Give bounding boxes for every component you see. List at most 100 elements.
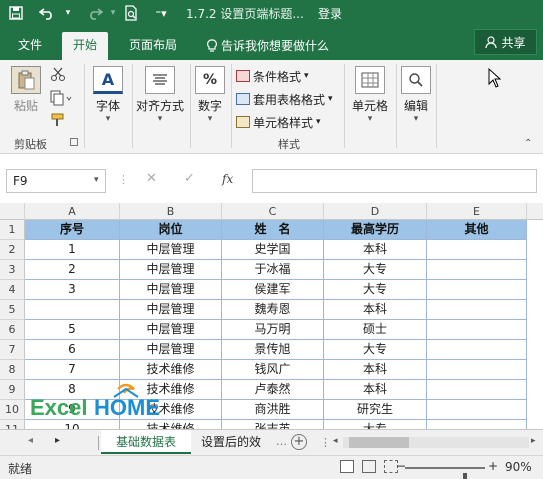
table-cell[interactable] bbox=[25, 300, 120, 320]
table-header-cell[interactable]: 姓 名 bbox=[222, 220, 324, 240]
share-button[interactable]: 共享 bbox=[474, 29, 537, 55]
scroll-left-icon[interactable]: ◂ bbox=[333, 436, 338, 446]
column-header-a[interactable]: A bbox=[25, 203, 120, 220]
table-cell[interactable]: 6 bbox=[25, 340, 120, 360]
table-cell[interactable]: 商洪胜 bbox=[222, 400, 324, 420]
table-cell[interactable]: 大专 bbox=[324, 280, 427, 300]
redo-dropdown-icon[interactable]: ▾ bbox=[108, 0, 118, 26]
copy-icon[interactable] bbox=[50, 90, 76, 108]
undo-dropdown-icon[interactable]: ▾ bbox=[62, 0, 74, 26]
table-cell[interactable]: 本科 bbox=[324, 300, 427, 320]
table-header-cell[interactable]: 岗位 bbox=[120, 220, 222, 240]
table-cell[interactable] bbox=[427, 300, 527, 320]
column-header-e[interactable]: E bbox=[427, 203, 527, 220]
table-cell[interactable] bbox=[427, 400, 527, 420]
column-header-d[interactable]: D bbox=[324, 203, 427, 220]
sheet-tab-after-setting[interactable]: 设置后的效 bbox=[201, 430, 273, 454]
table-cell[interactable]: 中层管理 bbox=[120, 240, 222, 260]
insert-function-icon[interactable]: fx bbox=[222, 172, 233, 186]
zoom-slider[interactable] bbox=[405, 467, 485, 479]
name-box-dropdown-icon[interactable]: ▾ bbox=[94, 175, 99, 185]
table-cell[interactable]: 于冰福 bbox=[222, 260, 324, 280]
row-header-8[interactable]: 8 bbox=[0, 360, 25, 380]
row-header-9[interactable]: 9 bbox=[0, 380, 25, 400]
table-cell[interactable]: 本科 bbox=[324, 360, 427, 380]
sheet-tab-base-data[interactable]: 基础数据表 bbox=[101, 430, 191, 454]
row-header-7[interactable]: 7 bbox=[0, 340, 25, 360]
formula-input[interactable] bbox=[252, 169, 537, 193]
paste-button[interactable]: 粘贴 bbox=[8, 66, 44, 124]
table-cell[interactable]: 中层管理 bbox=[120, 320, 222, 340]
table-cell[interactable] bbox=[427, 360, 527, 380]
tell-me-search[interactable]: 告诉我你想要做什么 bbox=[200, 32, 336, 60]
table-header-cell[interactable]: 其他 bbox=[427, 220, 527, 240]
column-header-b[interactable]: B bbox=[120, 203, 222, 220]
table-cell[interactable]: 马万明 bbox=[222, 320, 324, 340]
font-button[interactable]: A 字体 ▾ bbox=[88, 66, 128, 124]
alignment-button[interactable]: 对齐方式 ▾ bbox=[134, 66, 186, 124]
table-cell[interactable]: 5 bbox=[25, 320, 120, 340]
editing-button[interactable]: 编辑 ▾ bbox=[400, 66, 432, 124]
table-header-cell[interactable]: 序号 bbox=[25, 220, 120, 240]
tab-file[interactable]: 文件 bbox=[8, 32, 52, 60]
table-cell[interactable]: 3 bbox=[25, 280, 120, 300]
number-button[interactable]: % 数字 ▾ bbox=[192, 66, 228, 124]
zoom-slider-thumb[interactable] bbox=[463, 473, 467, 479]
horizontal-scrollbar[interactable] bbox=[343, 437, 529, 448]
zoom-in-icon[interactable]: + bbox=[488, 459, 498, 473]
table-cell[interactable]: 研究生 bbox=[324, 400, 427, 420]
tab-split-grip-icon[interactable]: ⋮ bbox=[320, 436, 331, 449]
horizontal-scroll-thumb[interactable] bbox=[349, 437, 409, 448]
table-cell[interactable]: 1 bbox=[25, 240, 120, 260]
zoom-out-icon[interactable]: − bbox=[396, 459, 406, 473]
cancel-entry-icon[interactable]: ✕ bbox=[146, 171, 157, 186]
undo-icon[interactable] bbox=[34, 0, 60, 26]
table-cell[interactable]: 本科 bbox=[324, 240, 427, 260]
prev-sheet-icon[interactable]: ◂ bbox=[28, 435, 33, 446]
table-cell[interactable]: 钱风广 bbox=[222, 360, 324, 380]
zoom-level[interactable]: 90% bbox=[505, 460, 532, 474]
scroll-right-icon[interactable]: ▸ bbox=[531, 436, 536, 446]
page-layout-view-icon[interactable] bbox=[362, 460, 376, 473]
row-header-11[interactable]: 11 bbox=[0, 420, 25, 429]
row-header-3[interactable]: 3 bbox=[0, 260, 25, 280]
add-sheet-icon[interactable]: + bbox=[291, 434, 307, 450]
table-cell[interactable]: 景传旭 bbox=[222, 340, 324, 360]
table-cell[interactable] bbox=[427, 260, 527, 280]
name-box[interactable]: F9 bbox=[6, 169, 106, 193]
format-as-table-button[interactable]: 套用表格格式 ▾ bbox=[236, 89, 333, 109]
table-cell[interactable]: 卢泰然 bbox=[222, 380, 324, 400]
more-sheets-icon[interactable]: … bbox=[276, 435, 287, 448]
table-cell[interactable] bbox=[427, 340, 527, 360]
cut-icon[interactable] bbox=[50, 66, 68, 84]
collapse-ribbon-icon[interactable]: ⌃ bbox=[524, 138, 532, 149]
table-cell[interactable]: 大专 bbox=[324, 260, 427, 280]
normal-view-icon[interactable] bbox=[340, 460, 354, 473]
clipboard-launcher-icon[interactable] bbox=[70, 138, 78, 146]
table-cell[interactable]: 2 bbox=[25, 260, 120, 280]
row-header-5[interactable]: 5 bbox=[0, 300, 25, 320]
save-icon[interactable] bbox=[4, 0, 28, 26]
row-header-1[interactable]: 1 bbox=[0, 220, 25, 240]
table-cell[interactable]: 7 bbox=[25, 360, 120, 380]
select-all-corner[interactable] bbox=[0, 203, 25, 220]
tab-page-layout[interactable]: 页面布局 bbox=[118, 32, 188, 60]
table-cell[interactable]: 侯建军 bbox=[222, 280, 324, 300]
table-cell[interactable]: 张志英 bbox=[222, 420, 324, 429]
cell-style-button[interactable]: 单元格样式 ▾ bbox=[236, 112, 321, 132]
table-cell[interactable]: 中层管理 bbox=[120, 260, 222, 280]
row-header-4[interactable]: 4 bbox=[0, 280, 25, 300]
format-painter-icon[interactable] bbox=[50, 112, 68, 130]
table-cell[interactable] bbox=[427, 240, 527, 260]
conditional-format-button[interactable]: 条件格式 ▾ bbox=[236, 66, 309, 86]
row-header-10[interactable]: 10 bbox=[0, 400, 25, 420]
table-cell[interactable]: 魏寿恩 bbox=[222, 300, 324, 320]
login-link[interactable]: 登录 bbox=[318, 5, 342, 22]
column-header-c[interactable]: C bbox=[222, 203, 324, 220]
table-cell[interactable] bbox=[427, 380, 527, 400]
table-cell[interactable]: 中层管理 bbox=[120, 300, 222, 320]
row-header-2[interactable]: 2 bbox=[0, 240, 25, 260]
table-cell[interactable] bbox=[427, 320, 527, 340]
table-cell[interactable] bbox=[427, 420, 527, 429]
customize-toolbar-icon[interactable]: ⁼▾ bbox=[146, 0, 176, 26]
